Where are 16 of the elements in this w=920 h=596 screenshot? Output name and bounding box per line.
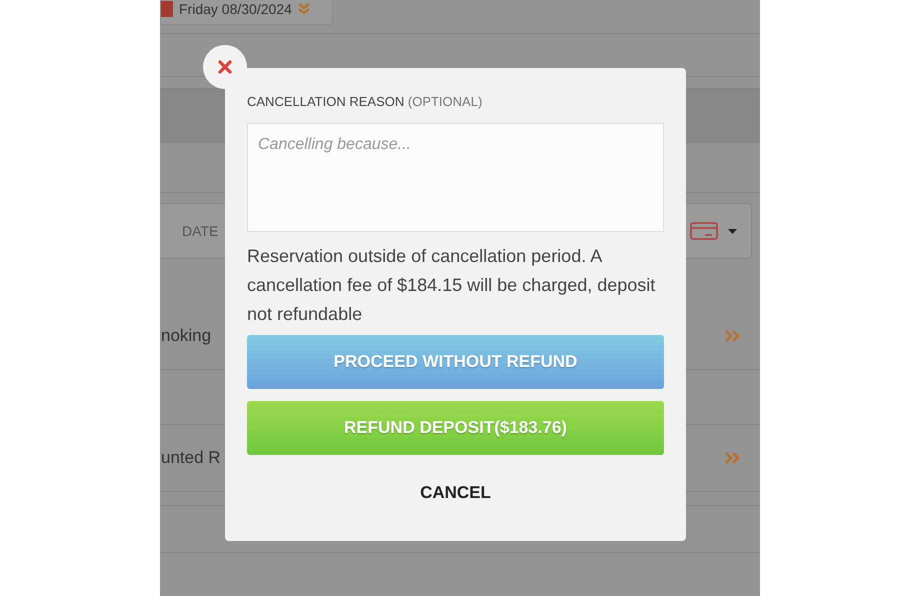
double-chevron-icon — [725, 452, 740, 464]
reason-input[interactable]: Cancelling because... — [247, 123, 664, 232]
date-selector[interactable]: Friday 08/30/2024 — [160, 0, 333, 25]
double-chevron-icon — [725, 330, 740, 342]
cancellation-message: Reservation outside of cancellation period. A cancellation fee of $184.15 will be charged, deposit not refundable — [247, 245, 656, 326]
double-chevron-down-icon — [298, 3, 310, 15]
field-label: CANCELLATION REASON (OPTIONAL) — [247, 94, 484, 109]
credit-card-icon — [690, 222, 718, 240]
cancel-button[interactable]: CANCEL — [247, 467, 664, 519]
caret-icon — [728, 228, 737, 234]
date-text: Friday 08/30/2024 — [179, 1, 292, 17]
row-label: unted R — [161, 448, 221, 468]
close-icon — [218, 60, 232, 74]
row-label: noking — [161, 326, 212, 346]
date-label: DATE — [182, 223, 218, 239]
optional-note: (OPTIONAL) — [408, 94, 482, 109]
